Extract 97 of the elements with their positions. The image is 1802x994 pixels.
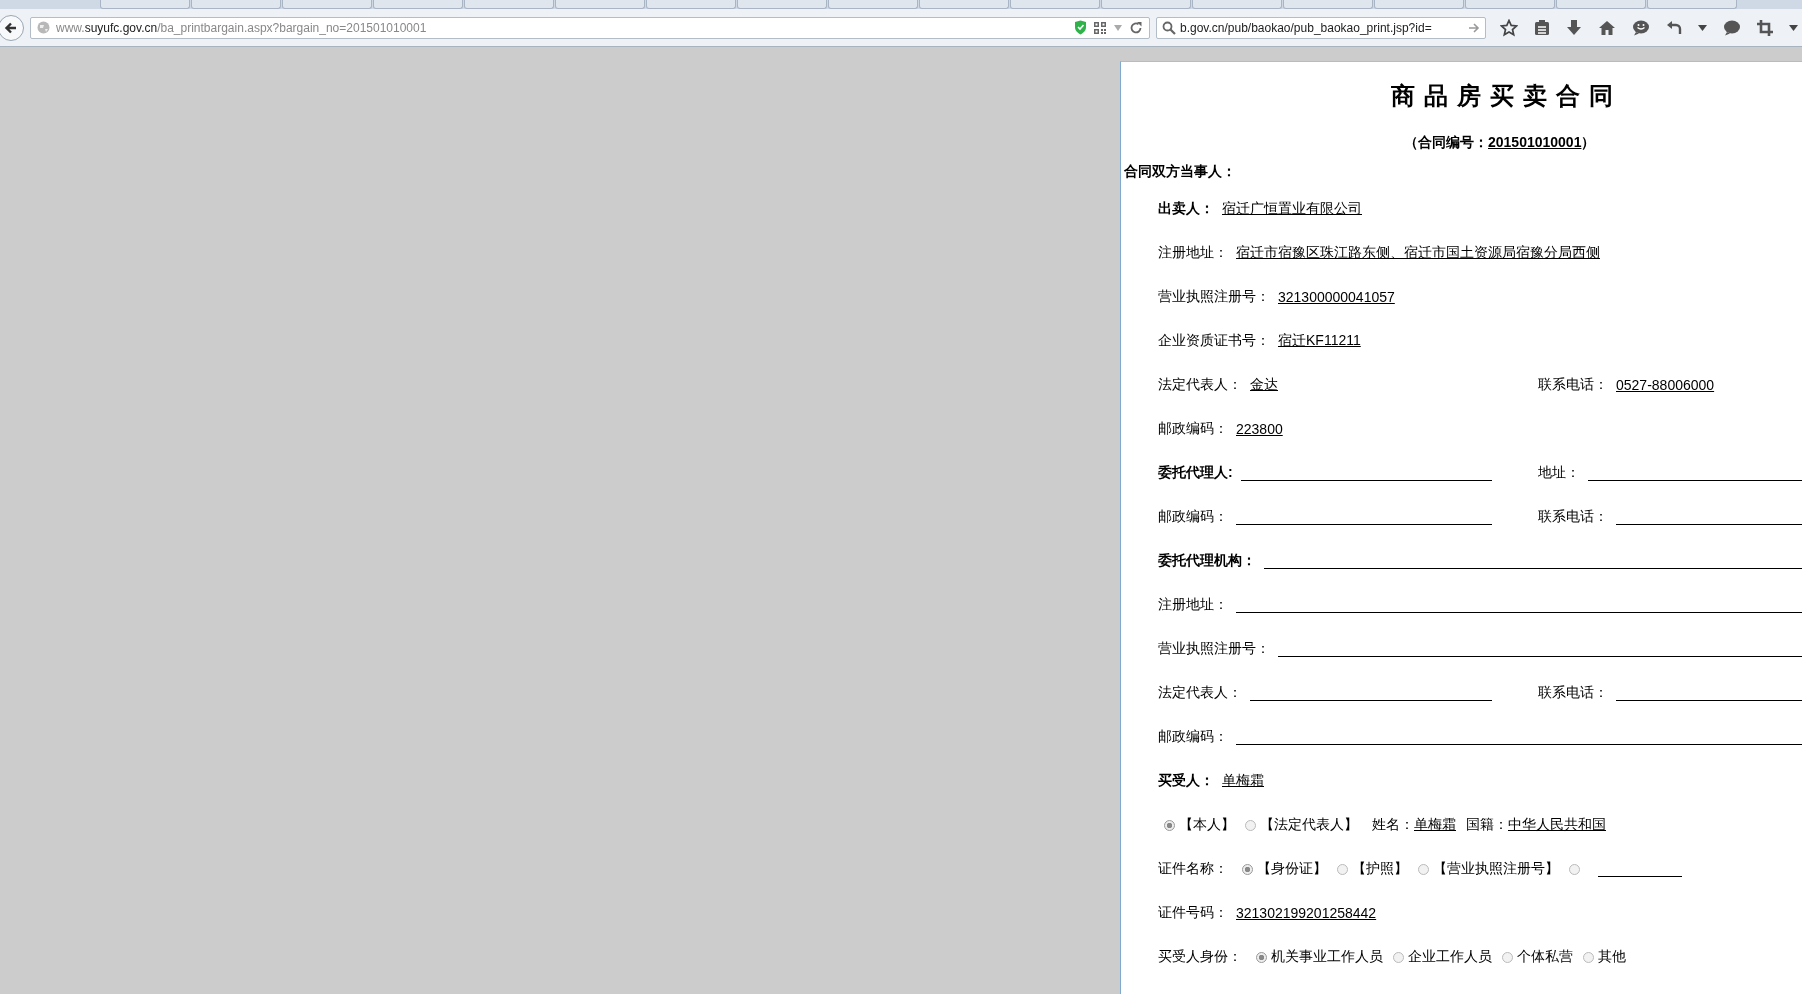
field-label: 邮政编码： <box>1158 420 1228 438</box>
browser-tab[interactable] <box>100 0 190 9</box>
browser-tab[interactable] <box>1647 0 1737 9</box>
field-label: 注册地址： <box>1158 244 1228 262</box>
field-label: 法定代表人： <box>1158 684 1242 702</box>
radio-button[interactable] <box>1393 951 1404 963</box>
option-label: 其他 <box>1598 948 1626 966</box>
dropdown-icon[interactable] <box>1113 23 1123 32</box>
field-label: 企业资质证书号： <box>1158 332 1270 350</box>
qr-code-icon[interactable] <box>1093 20 1107 35</box>
browser-tab[interactable] <box>737 0 827 9</box>
option-label: 【护照】 <box>1352 860 1408 878</box>
browser-tab[interactable] <box>1192 0 1282 9</box>
field-label: 邮政编码： <box>1158 508 1228 526</box>
globe-icon <box>37 21 50 34</box>
browser-tab[interactable] <box>919 0 1009 9</box>
field-label: 法定代表人： <box>1158 376 1242 394</box>
home-icon[interactable] <box>1598 19 1616 36</box>
field-label: 出卖人： <box>1158 200 1214 218</box>
field-label: 联系电话： <box>1538 684 1608 702</box>
radio-button[interactable] <box>1164 819 1175 831</box>
section-heading: 合同双方当事人： <box>1123 162 1237 181</box>
browser-tab[interactable] <box>1556 0 1646 9</box>
field-value: 223800 <box>1236 421 1283 437</box>
search-text: b.gov.cn/pub/baokao/pub_baokao_print.jsp?id= <box>1180 20 1433 35</box>
clipboard-icon[interactable] <box>1534 19 1550 36</box>
radio-button[interactable] <box>1569 863 1580 875</box>
caret-icon[interactable] <box>1698 24 1707 31</box>
option-label: 机关事业工作人员 <box>1271 948 1383 966</box>
contract-number: （合同编号：201501010001） <box>1403 133 1597 152</box>
document-title: 商品房买卖合同 <box>1390 82 1623 111</box>
field-value: 金达 <box>1250 376 1278 394</box>
star-icon[interactable] <box>1500 18 1518 37</box>
field-value: 单梅霜 <box>1414 816 1456 834</box>
chat-smiley-icon[interactable] <box>1632 19 1650 36</box>
browser-tab[interactable] <box>1465 0 1555 9</box>
field-label: 营业执照注册号： <box>1158 640 1270 658</box>
field-label: 证件号码： <box>1158 904 1228 922</box>
browser-tab[interactable] <box>1101 0 1191 9</box>
field-label: 邮政编码： <box>1158 728 1228 746</box>
option-label: 个体私营 <box>1517 948 1573 966</box>
option-label: 企业工作人员 <box>1408 948 1492 966</box>
field-label: 姓名： <box>1372 816 1414 834</box>
field-label: 委托代理人: <box>1158 464 1233 482</box>
field-label: 营业执照注册号： <box>1158 288 1270 306</box>
browser-tab[interactable] <box>1010 0 1100 9</box>
option-label: 【法定代表人】 <box>1260 816 1358 834</box>
crop-icon[interactable] <box>1757 19 1773 36</box>
radio-button[interactable] <box>1583 951 1594 963</box>
field-label: 联系电话： <box>1538 376 1608 394</box>
field-value: 宿迁KF11211 <box>1278 332 1361 350</box>
radio-button[interactable] <box>1256 951 1267 963</box>
go-arrow-icon[interactable] <box>1468 21 1480 34</box>
option-label: 【本人】 <box>1179 816 1235 834</box>
browser-tab[interactable] <box>282 0 372 9</box>
reload-icon[interactable] <box>1129 20 1143 35</box>
field-label: 买受人： <box>1158 772 1214 790</box>
field-value: 321300000041057 <box>1278 289 1395 305</box>
back-arrow-icon <box>4 20 18 35</box>
radio-button[interactable] <box>1418 863 1429 875</box>
browser-tab[interactable] <box>646 0 736 9</box>
option-label: 【身份证】 <box>1257 860 1327 878</box>
field-value: 中华人民共和国 <box>1508 816 1606 834</box>
option-label: 【营业执照注册号】 <box>1433 860 1559 878</box>
field-label: 联系电话： <box>1538 508 1608 526</box>
radio-button[interactable] <box>1242 863 1253 875</box>
field-value: 宿迁广恒置业有限公司 <box>1222 200 1362 218</box>
speech-bubble-icon[interactable] <box>1723 19 1741 36</box>
field-value: 0527-88006000 <box>1616 377 1715 393</box>
radio-button[interactable] <box>1502 951 1513 963</box>
browser-tab[interactable] <box>1283 0 1373 9</box>
download-icon[interactable] <box>1566 19 1582 36</box>
field-label: 地址： <box>1538 464 1580 482</box>
radio-button[interactable] <box>1337 863 1348 875</box>
field-label: 委托代理机构： <box>1158 552 1256 570</box>
browser-tab[interactable] <box>373 0 463 9</box>
search-field[interactable]: b.gov.cn/pub/baokao/pub_baokao_print.jsp?id= <box>1156 16 1486 39</box>
field-value: 单梅霜 <box>1222 772 1264 790</box>
shield-icon[interactable] <box>1074 20 1087 35</box>
browser-tab[interactable] <box>1374 0 1464 9</box>
browser-tab[interactable] <box>828 0 918 9</box>
radio-button[interactable] <box>1245 819 1256 831</box>
field-value: 321302199201258442 <box>1236 905 1377 921</box>
field-label: 国籍： <box>1466 816 1508 834</box>
search-icon <box>1162 20 1176 35</box>
undo-icon[interactable] <box>1666 20 1682 35</box>
field-label: 买受人身份： <box>1158 948 1242 966</box>
browser-tab[interactable] <box>555 0 645 9</box>
field-value: 宿迁市宿豫区珠江路东侧、宿迁市国土资源局宿豫分局西侧 <box>1236 244 1600 262</box>
address-field[interactable]: www.suyufc.gov.cn/ba_printbargain.aspx?bargain_no=201501010001 <box>30 16 1150 39</box>
url-text: www.suyufc.gov.cn/ba_printbargain.aspx?bargain_no=201501010001 <box>56 20 427 35</box>
back-button[interactable] <box>0 14 24 41</box>
caret-icon[interactable] <box>1789 24 1798 31</box>
browser-tab[interactable] <box>191 0 281 9</box>
browser-tab[interactable] <box>464 0 554 9</box>
field-label: 注册地址： <box>1158 596 1228 614</box>
field-label: 证件名称： <box>1158 860 1228 878</box>
